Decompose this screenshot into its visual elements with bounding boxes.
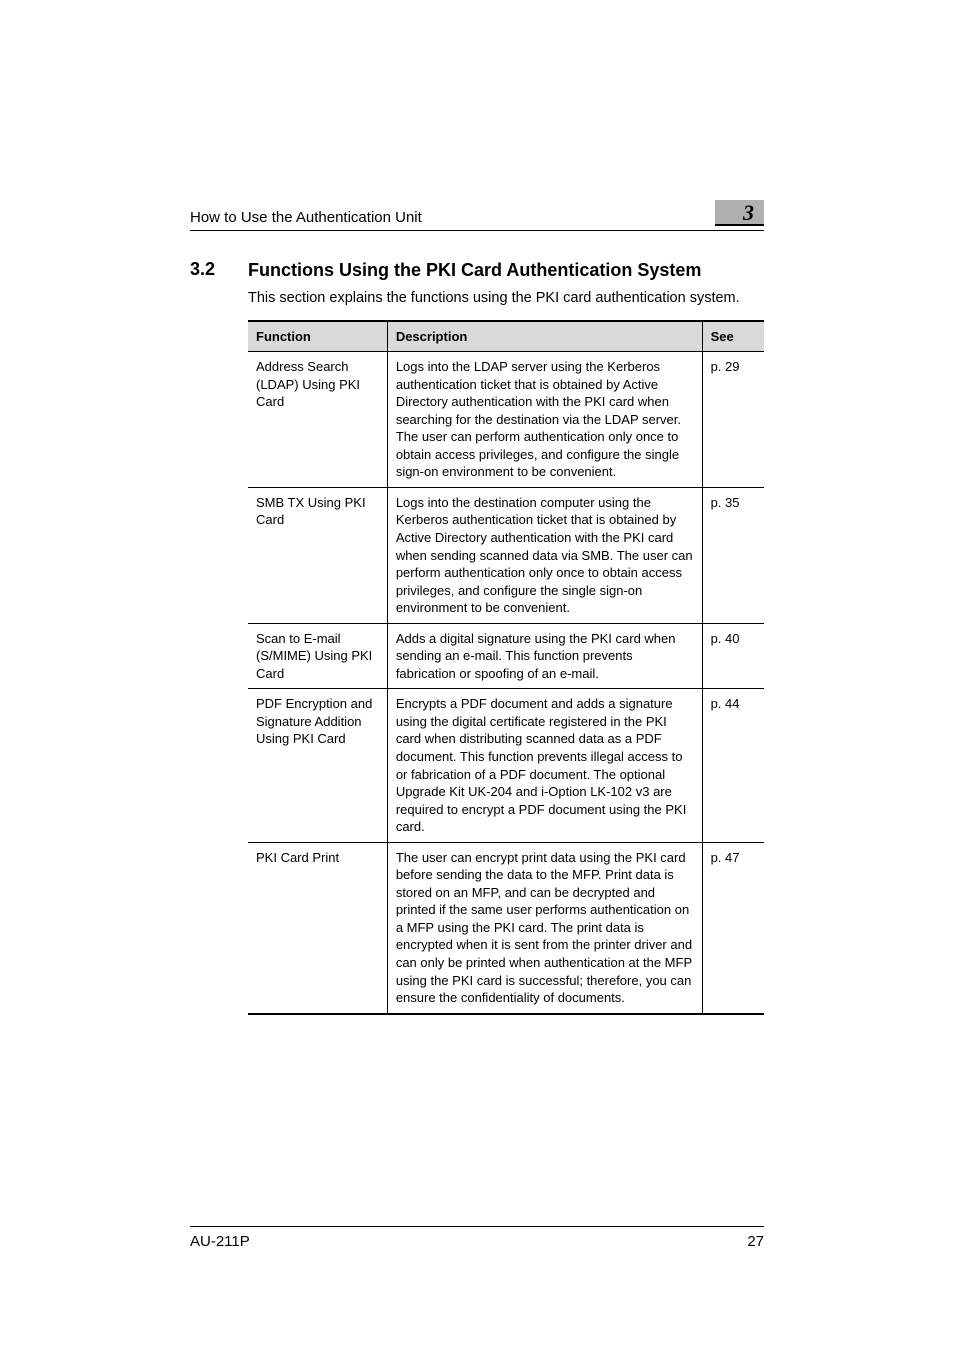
cell-function: SMB TX Using PKI Card (248, 487, 387, 623)
cell-see: p. 29 (702, 352, 764, 488)
th-function: Function (248, 321, 387, 352)
table-header-row: Function Description See (248, 321, 764, 352)
table-row: SMB TX Using PKI Card Logs into the dest… (248, 487, 764, 623)
cell-description: Encrypts a PDF document and adds a signa… (387, 689, 702, 842)
table-row: PDF Encryption and Signature Addition Us… (248, 689, 764, 842)
cell-function: Scan to E-mail (S/MIME) Using PKI Card (248, 623, 387, 689)
cell-see: p. 35 (702, 487, 764, 623)
cell-description: Adds a digital signature using the PKI c… (387, 623, 702, 689)
section-intro: This section explains the functions usin… (248, 290, 764, 306)
chapter-badge: 3 (715, 200, 764, 226)
table-row: Scan to E-mail (S/MIME) Using PKI Card A… (248, 623, 764, 689)
cell-function: PDF Encryption and Signature Addition Us… (248, 689, 387, 842)
footer-page-number: 27 (747, 1233, 764, 1250)
cell-see: p. 44 (702, 689, 764, 842)
table-row: Address Search (LDAP) Using PKI Card Log… (248, 352, 764, 488)
page-footer: AU-211P 27 (190, 1226, 764, 1250)
cell-see: p. 47 (702, 842, 764, 1013)
page-header: How to Use the Authentication Unit 3 (190, 200, 764, 231)
section-number: 3.2 (190, 259, 248, 280)
table-row: PKI Card Print The user can encrypt prin… (248, 842, 764, 1013)
functions-table: Function Description See Address Search … (248, 320, 764, 1015)
footer-model: AU-211P (190, 1233, 250, 1250)
section-heading: 3.2 Functions Using the PKI Card Authent… (190, 259, 764, 282)
cell-function: PKI Card Print (248, 842, 387, 1013)
cell-function: Address Search (LDAP) Using PKI Card (248, 352, 387, 488)
th-description: Description (387, 321, 702, 352)
section-title: Functions Using the PKI Card Authenticat… (248, 259, 701, 282)
cell-see: p. 40 (702, 623, 764, 689)
cell-description: Logs into the LDAP server using the Kerb… (387, 352, 702, 488)
th-see: See (702, 321, 764, 352)
cell-description: The user can encrypt print data using th… (387, 842, 702, 1013)
cell-description: Logs into the destination computer using… (387, 487, 702, 623)
breadcrumb: How to Use the Authentication Unit (190, 209, 422, 226)
